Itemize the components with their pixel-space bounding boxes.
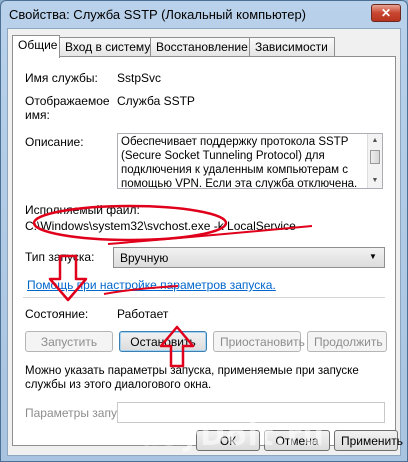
state-value: Работает (117, 307, 169, 321)
startup-type-select[interactable]: Вручную ▼ (113, 247, 385, 268)
scroll-down-icon[interactable]: ▼ (368, 174, 382, 188)
separator (23, 297, 385, 298)
tab-general[interactable]: Общие (12, 35, 60, 58)
description-line: (Secure Socket Tunneling Protocol) для (121, 150, 325, 162)
close-button[interactable]: ✕ (371, 4, 401, 22)
tab-recovery[interactable]: Восстановление (150, 37, 250, 57)
description-box[interactable]: Обеспечивает поддержку протокола SSTP (S… (117, 133, 383, 189)
apply-button[interactable]: Применить (334, 430, 403, 451)
close-icon: ✕ (380, 6, 392, 20)
dialog-client: Общие Вход в систему Восстановление Зави… (7, 28, 403, 456)
description-line: подключения к удаленным компьютерам с (121, 164, 349, 176)
display-name-label: Отображаемое (25, 94, 110, 108)
service-name-value: SstpSvc (117, 71, 162, 85)
watermark: EasyDoit.ru (118, 418, 325, 453)
tab-dependencies[interactable]: Зависимости (249, 37, 335, 57)
tab-logon[interactable]: Вход в систему (59, 37, 151, 57)
description-text: Обеспечивает поддержку протокола SSTP (S… (121, 135, 367, 189)
window-title: Свойства: Служба SSTP (Локальный компьют… (9, 7, 307, 22)
properties-window: Свойства: Служба SSTP (Локальный компьют… (0, 0, 408, 462)
startup-help-link[interactable]: Помощь при настройке параметров запуска. (27, 278, 276, 292)
dropdown-arrow-icon: ▼ (369, 252, 377, 261)
service-name-label: Имя службы: (25, 71, 98, 85)
scroll-up-icon[interactable]: ▲ (368, 134, 382, 148)
start-button[interactable]: Запустить (25, 331, 113, 352)
title-bar[interactable]: Свойства: Служба SSTP (Локальный компьют… (1, 1, 407, 27)
display-name-label-2: имя: (25, 108, 50, 122)
startup-type-value: Вручную (120, 251, 169, 265)
scroll-thumb[interactable] (370, 150, 380, 164)
description-line: Обеспечивает поддержку протокола SSTP (121, 136, 349, 148)
description-line: помощью VPN. Если эта служба отключена. (121, 178, 358, 189)
params-hint-1: Можно указать параметры запуска, применя… (25, 365, 359, 377)
display-name-value: Служба SSTP (117, 94, 195, 108)
description-label: Описание: (25, 135, 84, 149)
general-panel: Имя службы: SstpSvc Отображаемое имя: Сл… (12, 56, 396, 446)
exe-label: Исполняемый файл: (25, 203, 140, 217)
pause-button[interactable]: Приостановить (213, 331, 305, 352)
resume-button[interactable]: Продолжить (307, 331, 387, 352)
params-hint-2: службы из этого диалогового окна. (25, 379, 212, 391)
description-scrollbar[interactable]: ▲ ▼ (367, 134, 382, 188)
startup-type-label: Тип запуска: (25, 250, 95, 264)
stop-button[interactable]: Остановить (119, 331, 207, 352)
exe-path: C:\Windows\system32\svchost.exe -k Local… (25, 219, 296, 233)
state-label: Состояние: (25, 307, 89, 321)
